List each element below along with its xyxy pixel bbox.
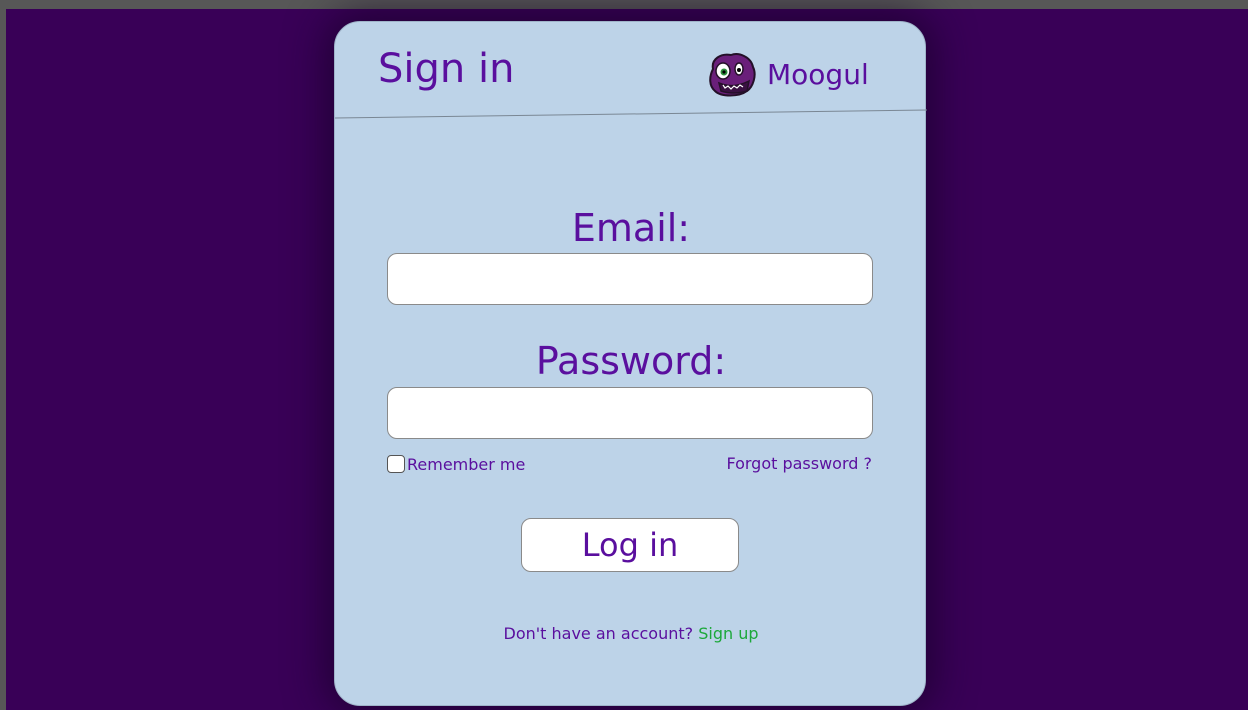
email-label: Email: (571, 206, 691, 250)
page-title: Sign in (378, 46, 515, 92)
remember-me-label[interactable]: Remember me (407, 455, 525, 474)
remember-me[interactable]: Remember me (387, 454, 525, 474)
signup-prompt: Don't have an account? (503, 624, 694, 643)
password-field[interactable] (387, 387, 873, 439)
remember-me-checkbox[interactable] (387, 455, 405, 473)
brand: Moogul (707, 52, 869, 98)
moogul-mascot-icon (709, 53, 756, 97)
password-label: Password: (535, 339, 727, 383)
forgot-password-link[interactable]: Forgot password ? (726, 454, 872, 474)
signup-link[interactable]: Sign up (698, 624, 758, 643)
login-button[interactable]: Log in (521, 518, 739, 572)
email-field[interactable] (387, 253, 873, 305)
signup-row: Don't have an account? Sign up (335, 624, 927, 644)
sign-in-card: Sign in Moogul Email: Password: Remember… (334, 21, 927, 706)
brand-name: Moogul (767, 58, 869, 91)
